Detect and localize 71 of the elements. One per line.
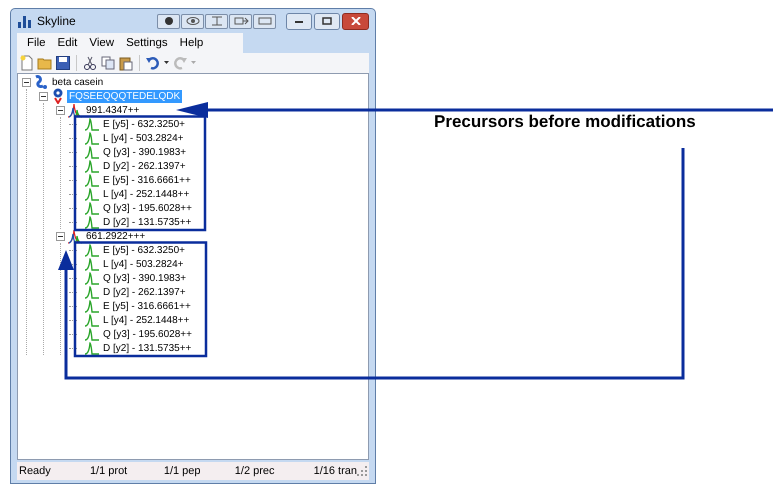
- status-text: 1/2 prec: [234, 465, 276, 477]
- window-icon[interactable]: [253, 14, 276, 28]
- status-text: Ready: [19, 465, 52, 477]
- protein-icon: [33, 74, 49, 90]
- minimize-button[interactable]: [286, 12, 312, 30]
- peak-icon: [84, 130, 100, 146]
- peak-icon: [84, 172, 100, 188]
- menu-item[interactable]: Edit: [52, 37, 84, 49]
- tree-item[interactable]: Q [y3] - 195.6028++: [101, 202, 194, 214]
- close-icon: [350, 17, 360, 25]
- peak-icon: [84, 298, 100, 314]
- status-text: 1/16 tran: [314, 465, 357, 477]
- tree-item[interactable]: 661.2922+++: [84, 230, 148, 242]
- peak-icon: [84, 214, 100, 230]
- collapse-toggle[interactable]: [39, 92, 48, 100]
- bar-chart-icon: [17, 14, 33, 28]
- resize-grip-icon[interactable]: [357, 466, 367, 476]
- status-text: 1/1 pep: [164, 465, 202, 477]
- tree-item[interactable]: D [y2] - 131.5735++: [101, 342, 194, 354]
- annotation-label: Precursors before modifications: [434, 112, 696, 132]
- copy-icon[interactable]: [100, 55, 116, 71]
- text-cursor-icon[interactable]: [205, 14, 228, 28]
- peak-icon: [84, 312, 100, 328]
- menu-item[interactable]: View: [83, 37, 120, 49]
- collapse-toggle[interactable]: [56, 232, 65, 240]
- peak-icon: [84, 144, 100, 160]
- tree-item[interactable]: D [y2] - 131.5735++: [101, 216, 194, 228]
- peak-icon: [84, 116, 100, 132]
- tree-item[interactable]: D [y2] - 262.1397+: [101, 160, 188, 172]
- maximize-button[interactable]: [314, 12, 340, 30]
- record-icon[interactable]: [157, 14, 180, 28]
- tree-item[interactable]: L [y4] - 503.2824+: [101, 132, 186, 144]
- tree-item[interactable]: Q [y3] - 195.6028++: [101, 328, 194, 340]
- collapse-toggle[interactable]: [22, 78, 31, 86]
- tree-item[interactable]: D [y2] - 262.1397+: [101, 286, 188, 298]
- new-file-icon[interactable]: [19, 55, 35, 71]
- close-button[interactable]: [342, 12, 369, 30]
- tree-item[interactable]: L [y4] - 252.1448++: [101, 314, 192, 326]
- menu-item[interactable]: Help: [174, 37, 210, 49]
- eye-icon[interactable]: [181, 14, 204, 28]
- save-icon[interactable]: [55, 55, 71, 71]
- status-text: 1/1 prot: [90, 465, 128, 477]
- tree-item[interactable]: E [y5] - 632.3250+: [101, 118, 188, 130]
- window-title: Skyline: [37, 14, 77, 28]
- tree-item[interactable]: beta casein: [50, 76, 106, 88]
- undo-icon[interactable]: [145, 55, 161, 71]
- tree-item[interactable]: E [y5] - 632.3250+: [101, 244, 188, 256]
- peak-icon: [84, 186, 100, 202]
- peak-icon: [84, 242, 100, 258]
- peak-icon: [84, 326, 100, 342]
- peak-icon: [84, 158, 100, 174]
- menu-item[interactable]: File: [21, 37, 52, 49]
- tree-item[interactable]: L [y4] - 252.1448++: [101, 188, 192, 200]
- peak-icon: [84, 200, 100, 216]
- tree-item[interactable]: L [y4] - 503.2824+: [101, 258, 186, 270]
- paste-icon[interactable]: [118, 55, 134, 71]
- minimize-icon: [294, 18, 304, 24]
- tree-item[interactable]: 991.4347++: [84, 104, 142, 116]
- collapse-toggle[interactable]: [56, 106, 65, 114]
- peak-icon: [84, 256, 100, 272]
- peak-icon: [84, 340, 100, 356]
- tree-item[interactable]: E [y5] - 316.6661++: [101, 174, 193, 186]
- peak-icon: [84, 270, 100, 286]
- tree-item[interactable]: Q [y3] - 390.1983+: [101, 146, 188, 158]
- maximize-icon: [322, 17, 332, 25]
- export-icon[interactable]: [229, 14, 252, 28]
- tree-item[interactable]: E [y5] - 316.6661++: [101, 300, 193, 312]
- scissors-icon[interactable]: [82, 55, 98, 71]
- menu-item[interactable]: Settings: [120, 37, 174, 49]
- tree-item[interactable]: Q [y3] - 390.1983+: [101, 272, 188, 284]
- peak-icon: [84, 284, 100, 300]
